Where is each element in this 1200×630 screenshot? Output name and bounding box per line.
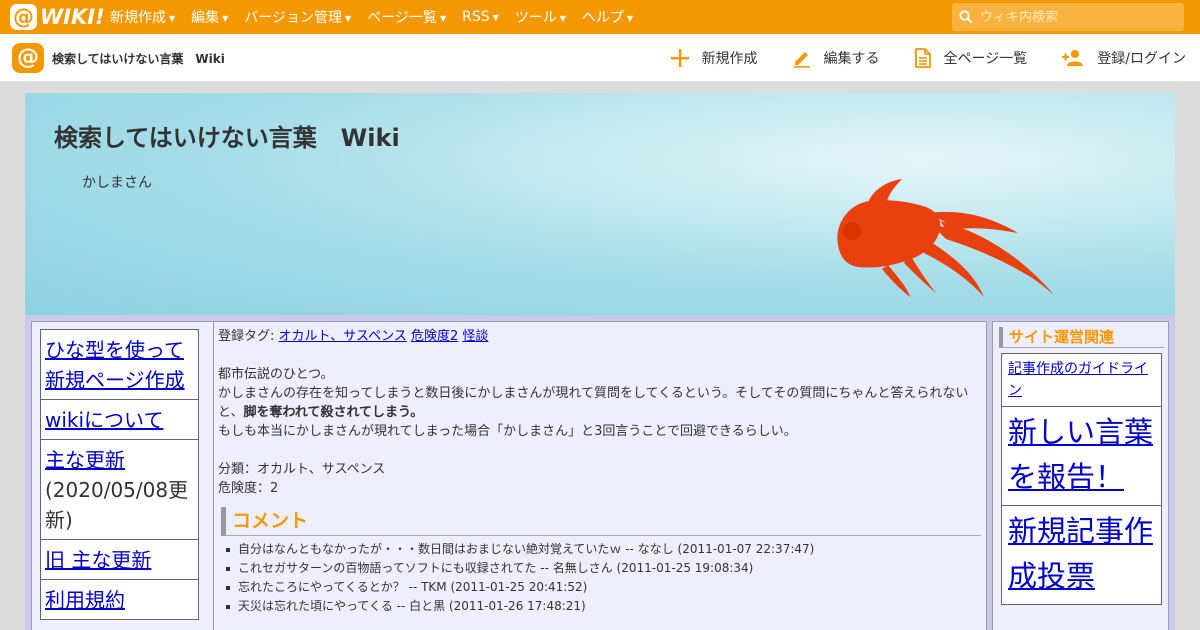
caret-down-icon: ▼ [222, 13, 229, 23]
wiki-header-banner: 検索してはいけない言葉 Wiki かしまさん [25, 93, 1175, 315]
menu-new[interactable]: 新規作成 ▼ [110, 7, 175, 27]
right-sidebar-heading: サイト運営関連 [999, 327, 1164, 348]
right-menu-link-guideline[interactable]: 記事作成のガイドライン [1008, 361, 1148, 399]
menu-page-list[interactable]: ページ一覧 ▼ [367, 7, 446, 27]
left-menu-item: 旧 主な更新 [40, 539, 199, 580]
wiki-search [952, 3, 1184, 31]
tag-link[interactable]: 怪談 [462, 329, 488, 344]
tag-link[interactable]: オカルト、サスペンス [279, 329, 407, 344]
page-title: かしまさん [82, 175, 152, 191]
site-actions: 新規作成 編集する 全ページ一覧 登録/ログイン [636, 34, 1186, 82]
main-article: 登録タグ: オカルト、サスペンス 危険度2 怪談 都市伝説のひとつ。 かしまさん… [213, 321, 987, 630]
caret-down-icon: ▼ [439, 13, 447, 23]
left-menu-link-terms[interactable]: 利用規約 [45, 588, 125, 612]
right-menu-item: 記事作成のガイドライン [1001, 353, 1162, 407]
caret-down-icon: ▼ [492, 12, 499, 22]
caret-down-icon: ▼ [169, 13, 176, 23]
site-name[interactable]: 検索してはいけない言葉 Wiki [52, 50, 225, 67]
document-icon [914, 48, 931, 68]
right-menu-link-vote[interactable]: 新規記事作成投票 [1008, 516, 1153, 593]
menu-edit[interactable]: 編集 ▼ [191, 7, 228, 27]
tag-line: 登録タグ: オカルト、サスペンス 危険度2 怪談 [218, 329, 489, 344]
left-menu-link-template[interactable]: ひな型を使って新規ページ作成 [45, 338, 185, 392]
menu-tools[interactable]: ツール ▼ [515, 7, 566, 27]
left-menu-link-updates[interactable]: 主な更新 [45, 448, 125, 472]
right-menu-item: 新規記事作成投票 [1001, 505, 1162, 605]
category-text: 分類：オカルト、サスペンス [218, 462, 386, 477]
site-header-bar: @ 検索してはいけない言葉 Wiki 新規作成 編集する 全ページ一覧 登録/ロ… [0, 34, 1200, 82]
all-pages-button[interactable]: 全ページ一覧 [914, 48, 1027, 68]
menu-help[interactable]: ヘルプ ▼ [582, 7, 633, 27]
site-logo-icon[interactable]: @ [12, 43, 44, 73]
caret-down-icon: ▼ [626, 13, 634, 23]
new-page-button[interactable]: 新規作成 [670, 48, 758, 68]
logo-text: WIKI! [40, 5, 105, 29]
comment-item: これセガサターンの百物語ってソフトにも収録されてた -- 名無しさん (2011… [224, 559, 982, 578]
edit-page-button[interactable]: 編集する [792, 48, 880, 68]
menu-version[interactable]: バージョン管理 ▼ [244, 7, 351, 27]
goldfish-image [837, 179, 1054, 297]
comment-item: 自分はなんともなかったが・・・数日間はおまじない絶対覚えていたｗ -- ななし … [224, 540, 982, 559]
article-text: かしまさんの存在を知ってしまうと数日後にかしまさんが現れて質問をしてくるという。… [218, 386, 969, 420]
bold-text: 脚を奪われて殺されてしまう。 [243, 405, 424, 420]
caret-down-icon: ▼ [345, 13, 352, 23]
right-sidebar: サイト運営関連 記事作成のガイドライン 新しい言葉を報告！ 新規記事作成投票 [992, 321, 1169, 630]
left-menu-item: wikiについて [40, 399, 199, 440]
at-sign-icon: @ [10, 4, 37, 30]
right-menu-table: 記事作成のガイドライン 新しい言葉を報告！ 新規記事作成投票 [1001, 353, 1162, 605]
danger-level-text: 危険度：2 [218, 481, 279, 496]
left-menu-link-about[interactable]: wikiについて [45, 408, 163, 432]
comment-list: 自分はなんともなかったが・・・数日間はおまじない絶対覚えていたｗ -- ななし … [224, 540, 982, 616]
search-input[interactable] [980, 9, 1175, 25]
add-user-icon [1062, 50, 1084, 66]
atwiki-logo[interactable]: @ WIKI! [10, 4, 105, 30]
left-sidebar: ひな型を使って新規ページ作成 wikiについて 主な更新 (2020/05/08更… [31, 321, 231, 630]
right-menu-link-report[interactable]: 新しい言葉を報告！ [1008, 417, 1153, 494]
search-icon[interactable] [952, 10, 980, 24]
left-menu-table: ひな型を使って新規ページ作成 wikiについて 主な更新 (2020/05/08更… [40, 329, 199, 620]
global-navbar: @ WIKI! 新規作成 ▼ 編集 ▼ バージョン管理 ▼ ページ一覧 ▼ RSS ▼ ツ… [0, 0, 1200, 34]
left-menu-link-old-updates[interactable]: 旧 主な更新 [45, 548, 151, 572]
content-area: ひな型を使って新規ページ作成 wikiについて 主な更新 (2020/05/08更… [25, 315, 1175, 630]
tag-link[interactable]: 危険度2 [411, 329, 458, 344]
comments-heading: コメント [221, 507, 981, 536]
pencil-icon [793, 52, 810, 68]
left-menu-item: 主な更新 (2020/05/08更新) [40, 439, 199, 540]
article-text: もしも本当にかしまさんが現れてしまった場合「かしまさん」と3回言うことで回避でき… [218, 424, 797, 439]
article-text: 都市伝説のひとつ。 [218, 367, 334, 382]
caret-down-icon: ▼ [559, 13, 566, 23]
global-menu: 新規作成 ▼ 編集 ▼ バージョン管理 ▼ ページ一覧 ▼ RSS ▼ ツール ▼ ヘルプ ▼ [110, 0, 649, 34]
comment-item: 忘れたころにやってくるとか？ -- TKM (2011-01-25 20:41:… [224, 578, 982, 597]
right-menu-item: 新しい言葉を報告！ [1001, 406, 1162, 506]
login-button[interactable]: 登録/ログイン [1061, 48, 1186, 68]
menu-rss[interactable]: RSS ▼ [462, 9, 499, 25]
left-menu-item: 利用規約 [40, 579, 199, 620]
left-menu-item: ひな型を使って新規ページ作成 [40, 329, 199, 400]
comment-item: 天災は忘れた頃にやってくる -- 白と黒 (2011-01-26 17:48:2… [224, 597, 982, 616]
plus-icon [670, 49, 689, 67]
wiki-title[interactable]: 検索してはいけない言葉 Wiki [54, 118, 400, 153]
update-date: (2020/05/08更新) [45, 478, 189, 532]
